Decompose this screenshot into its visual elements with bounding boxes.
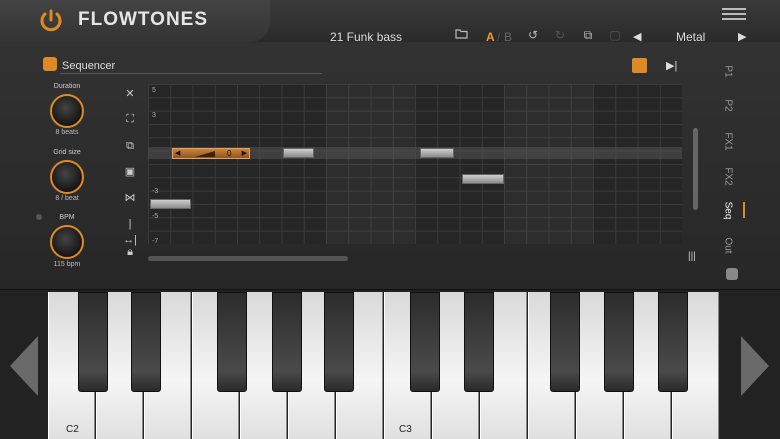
- black-key[interactable]: [410, 292, 440, 392]
- beat-shade: [504, 84, 593, 244]
- sequencer-power-icon[interactable]: [43, 57, 57, 71]
- menu-icon[interactable]: [722, 8, 746, 22]
- active-tab-indicator: [743, 202, 745, 218]
- y-tick: 5: [152, 87, 156, 94]
- black-key[interactable]: [272, 292, 302, 392]
- app-title: FLOWTONES: [78, 9, 209, 30]
- tab-fx1[interactable]: FX1: [723, 132, 734, 152]
- nudge-left-icon[interactable]: ◀: [175, 149, 180, 159]
- horizontal-scrollbar[interactable]: [148, 256, 348, 261]
- copy-notes-icon[interactable]: ⧉: [122, 138, 138, 154]
- title-divider: [60, 73, 322, 74]
- paste-icon[interactable]: ▢: [608, 28, 622, 42]
- skip-to-end-icon[interactable]: ▶|: [666, 59, 677, 72]
- tab-fx2[interactable]: FX2: [723, 167, 734, 187]
- select-all-icon[interactable]: ⛶: [122, 111, 138, 127]
- duration-knob[interactable]: [50, 94, 84, 128]
- nudge-right-icon[interactable]: ▶: [242, 149, 247, 159]
- folder-icon[interactable]: [454, 28, 468, 42]
- grid-size-value: 8 / beat: [55, 195, 79, 202]
- black-key[interactable]: [78, 292, 108, 392]
- note-block[interactable]: [420, 148, 454, 158]
- bars-icon[interactable]: |||: [688, 251, 696, 262]
- tab-p2[interactable]: P2: [723, 96, 734, 116]
- note-block[interactable]: [283, 148, 314, 158]
- grid-size-knob[interactable]: [50, 160, 84, 194]
- octave-up-arrow-icon[interactable]: [741, 336, 769, 396]
- tab-p1[interactable]: P1: [723, 62, 734, 82]
- fit-icon[interactable]: |↔|: [122, 216, 138, 246]
- clear-icon[interactable]: ✕: [122, 86, 138, 102]
- duration-value: 8 beats: [55, 129, 79, 136]
- y-tick: -3: [152, 188, 159, 195]
- black-key[interactable]: [604, 292, 634, 392]
- selected-note-value: 0: [227, 149, 232, 158]
- power-logo-icon[interactable]: [38, 8, 64, 34]
- note-block[interactable]: [150, 199, 191, 209]
- octave-down-arrow-icon[interactable]: [10, 336, 38, 396]
- y-tick: -7: [152, 238, 159, 245]
- copy-icon[interactable]: ⧉: [581, 28, 595, 42]
- note-grid[interactable]: [148, 84, 682, 244]
- y-tick: -5: [152, 213, 159, 220]
- grid-size-label: Grid size: [53, 149, 81, 156]
- redo-icon[interactable]: ↻: [553, 28, 567, 42]
- undo-icon[interactable]: ↺: [526, 28, 540, 42]
- bpm-value: 115 bpm: [53, 261, 81, 268]
- lock-icon[interactable]: 🔒︎: [122, 244, 138, 260]
- black-key[interactable]: [131, 292, 161, 392]
- black-key[interactable]: [658, 292, 688, 392]
- tab-seq[interactable]: Seq: [723, 201, 734, 221]
- randomize-dice-icon[interactable]: [726, 268, 738, 280]
- mirror-icon[interactable]: ⋈: [122, 190, 138, 206]
- y-tick: 3: [152, 112, 156, 119]
- bpm-knob[interactable]: [50, 225, 84, 259]
- key-label-c2: C2: [66, 424, 79, 435]
- sequencer-title: Sequencer: [62, 60, 116, 72]
- velocity-ramp-icon: [195, 151, 215, 157]
- note-block[interactable]: [462, 174, 504, 184]
- beat-shade: [326, 84, 415, 244]
- black-key[interactable]: [217, 292, 247, 392]
- tab-out[interactable]: Out: [723, 236, 734, 256]
- piano-roll-toggle-icon[interactable]: [632, 58, 647, 73]
- duration-label: Duration: [53, 83, 81, 90]
- black-key[interactable]: [550, 292, 580, 392]
- app-root: FLOWTONES 21 Funk bass A / B ↺ ↻ ⧉ ▢ ◀ M…: [0, 0, 780, 439]
- black-key[interactable]: [464, 292, 494, 392]
- key-label-c3: C3: [399, 424, 412, 435]
- vertical-scrollbar[interactable]: [693, 128, 698, 210]
- black-key[interactable]: [324, 292, 354, 392]
- selected-note[interactable]: ◀ 0 ▶: [172, 148, 250, 159]
- paste-notes-icon[interactable]: ▣: [122, 164, 138, 180]
- bpm-label: BPM: [59, 214, 75, 221]
